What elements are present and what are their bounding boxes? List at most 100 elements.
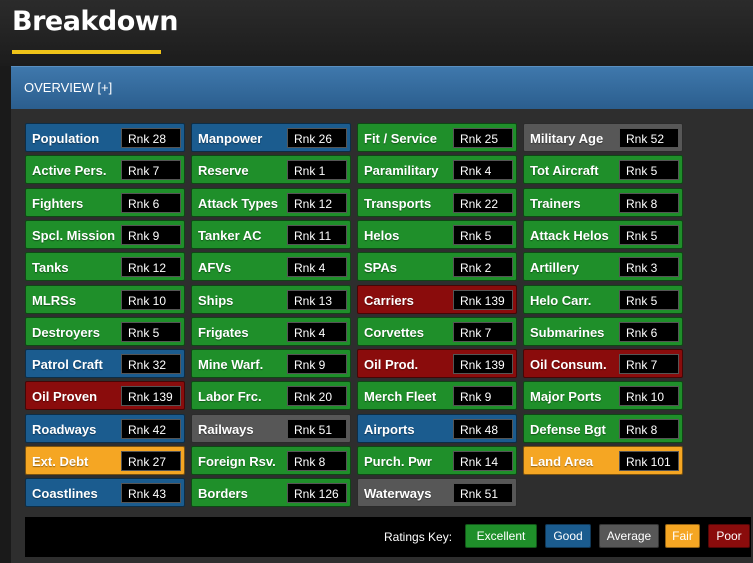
stat-tile[interactable]: Fit / Service Rnk 25 [357, 123, 517, 152]
overview-toggle[interactable]: OVERVIEW [+] [24, 80, 112, 95]
stat-tile[interactable]: Merch Fleet Rnk 9 [357, 381, 517, 410]
rating-key-excellent: Excellent [465, 524, 537, 548]
rank-value: Rnk 51 [294, 423, 333, 437]
stat-tile[interactable]: MLRSs Rnk 10 [25, 285, 185, 314]
rank-box: Rnk 7 [453, 322, 513, 342]
stat-tile[interactable]: SPAs Rnk 2 [357, 252, 517, 281]
rank-value: Rnk 26 [294, 132, 333, 146]
stat-tile[interactable]: Tanker AC Rnk 11 [191, 220, 351, 249]
stat-tile[interactable]: Borders Rnk 126 [191, 478, 351, 507]
stat-tile[interactable]: Fighters Rnk 6 [25, 188, 185, 217]
stat-label: Attack Types [198, 196, 278, 211]
stat-tile[interactable]: Active Pers. Rnk 7 [25, 155, 185, 184]
stat-tile[interactable]: Waterways Rnk 51 [357, 478, 517, 507]
stat-tile[interactable]: Coastlines Rnk 43 [25, 478, 185, 507]
stat-tile[interactable]: Ext. Debt Rnk 27 [25, 446, 185, 475]
overview-panel: OVERVIEW [+] Population Rnk 28 Manpower Rnk… [11, 66, 753, 563]
rank-box: Rnk 126 [287, 483, 347, 503]
stat-tile[interactable]: Helo Carr. Rnk 5 [523, 285, 683, 314]
rank-value: Rnk 3 [626, 261, 658, 275]
rank-value: Rnk 8 [626, 423, 658, 437]
stat-tile[interactable]: Paramilitary Rnk 4 [357, 155, 517, 184]
stat-label: Land Area [530, 454, 594, 469]
stat-label: MLRSs [32, 293, 77, 308]
rank-value: Rnk 9 [128, 229, 160, 243]
stat-tile[interactable]: Defense Bgt Rnk 8 [523, 414, 683, 443]
stat-label: Labor Frc. [198, 389, 262, 404]
stat-tile[interactable]: Oil Prod. Rnk 139 [357, 349, 517, 378]
rank-value: Rnk 4 [460, 164, 492, 178]
rank-box: Rnk 4 [453, 160, 513, 180]
rank-box: Rnk 6 [121, 193, 181, 213]
stat-tile[interactable]: Ships Rnk 13 [191, 285, 351, 314]
stat-tile[interactable]: Foreign Rsv. Rnk 8 [191, 446, 351, 475]
stat-tile[interactable]: Mine Warf. Rnk 9 [191, 349, 351, 378]
rank-box: Rnk 51 [453, 483, 513, 503]
rank-value: Rnk 8 [294, 455, 326, 469]
rank-value: Rnk 12 [128, 261, 167, 275]
stat-label: Helo Carr. [530, 293, 592, 308]
rank-box: Rnk 8 [619, 193, 679, 213]
stat-label: Coastlines [32, 486, 98, 501]
rank-box: Rnk 20 [287, 386, 347, 406]
stat-label: Helos [364, 228, 400, 243]
stat-tile[interactable]: Roadways Rnk 42 [25, 414, 185, 443]
overview-panel-header[interactable]: OVERVIEW [+] [11, 66, 753, 109]
stat-tile[interactable]: Railways Rnk 51 [191, 414, 351, 443]
rank-value: Rnk 101 [626, 455, 671, 469]
stat-tile[interactable]: Oil Proven Rnk 139 [25, 381, 185, 410]
stat-tile[interactable]: Transports Rnk 22 [357, 188, 517, 217]
stat-tile[interactable]: Manpower Rnk 26 [191, 123, 351, 152]
stat-tile[interactable]: Patrol Craft Rnk 32 [25, 349, 185, 378]
stat-tile[interactable]: Reserve Rnk 1 [191, 155, 351, 184]
stat-tile[interactable]: AFVs Rnk 4 [191, 252, 351, 281]
stat-tile[interactable]: Attack Types Rnk 12 [191, 188, 351, 217]
stat-tile[interactable]: Airports Rnk 48 [357, 414, 517, 443]
stat-tile[interactable]: Major Ports Rnk 10 [523, 381, 683, 410]
stat-tile[interactable]: Purch. Pwr Rnk 14 [357, 446, 517, 475]
rank-box: Rnk 14 [453, 451, 513, 471]
rank-box: Rnk 1 [287, 160, 347, 180]
rank-value: Rnk 14 [460, 455, 499, 469]
stat-label: Fit / Service [364, 131, 437, 146]
stat-tile[interactable]: Population Rnk 28 [25, 123, 185, 152]
rank-value: Rnk 13 [294, 294, 333, 308]
stat-tile[interactable]: Submarines Rnk 6 [523, 317, 683, 346]
stat-tile[interactable]: Artillery Rnk 3 [523, 252, 683, 281]
rank-value: Rnk 4 [294, 261, 326, 275]
stat-tile[interactable]: Carriers Rnk 139 [357, 285, 517, 314]
stat-tile[interactable]: Oil Consum. Rnk 7 [523, 349, 683, 378]
stat-tile[interactable]: Tot Aircraft Rnk 5 [523, 155, 683, 184]
stat-label: Ships [198, 293, 234, 308]
rank-value: Rnk 7 [128, 164, 160, 178]
rating-key-poor: Poor [708, 524, 750, 548]
stat-label: Tot Aircraft [530, 163, 599, 178]
rank-box: Rnk 9 [453, 386, 513, 406]
stat-tile[interactable]: Military Age Rnk 52 [523, 123, 683, 152]
stat-label: Fighters [32, 196, 84, 211]
rank-value: Rnk 9 [460, 390, 492, 404]
rank-value: Rnk 2 [460, 261, 492, 275]
stat-tile[interactable]: Corvettes Rnk 7 [357, 317, 517, 346]
stat-tile[interactable]: Frigates Rnk 4 [191, 317, 351, 346]
rank-box: Rnk 10 [121, 290, 181, 310]
stat-label: Mine Warf. [198, 357, 264, 372]
stat-tile[interactable]: Labor Frc. Rnk 20 [191, 381, 351, 410]
rank-box: Rnk 26 [287, 128, 347, 148]
rank-box: Rnk 48 [453, 419, 513, 439]
stat-tile[interactable]: Attack Helos Rnk 5 [523, 220, 683, 249]
rank-box: Rnk 12 [121, 257, 181, 277]
stat-tile[interactable]: Trainers Rnk 8 [523, 188, 683, 217]
stat-tile[interactable]: Tanks Rnk 12 [25, 252, 185, 281]
ratings-key: Ratings Key: Excellent Good Average Fair Poo… [25, 517, 751, 557]
stat-tile[interactable]: Land Area Rnk 101 [523, 446, 683, 475]
stat-tile[interactable]: Helos Rnk 5 [357, 220, 517, 249]
rank-box: Rnk 28 [121, 128, 181, 148]
rank-value: Rnk 5 [128, 326, 160, 340]
stat-tile[interactable]: Destroyers Rnk 5 [25, 317, 185, 346]
stat-tile[interactable]: Spcl. Mission Rnk 9 [25, 220, 185, 249]
rank-box: Rnk 139 [121, 386, 181, 406]
rank-value: Rnk 28 [128, 132, 167, 146]
rank-box: Rnk 5 [619, 290, 679, 310]
stat-label: Destroyers [32, 325, 100, 340]
